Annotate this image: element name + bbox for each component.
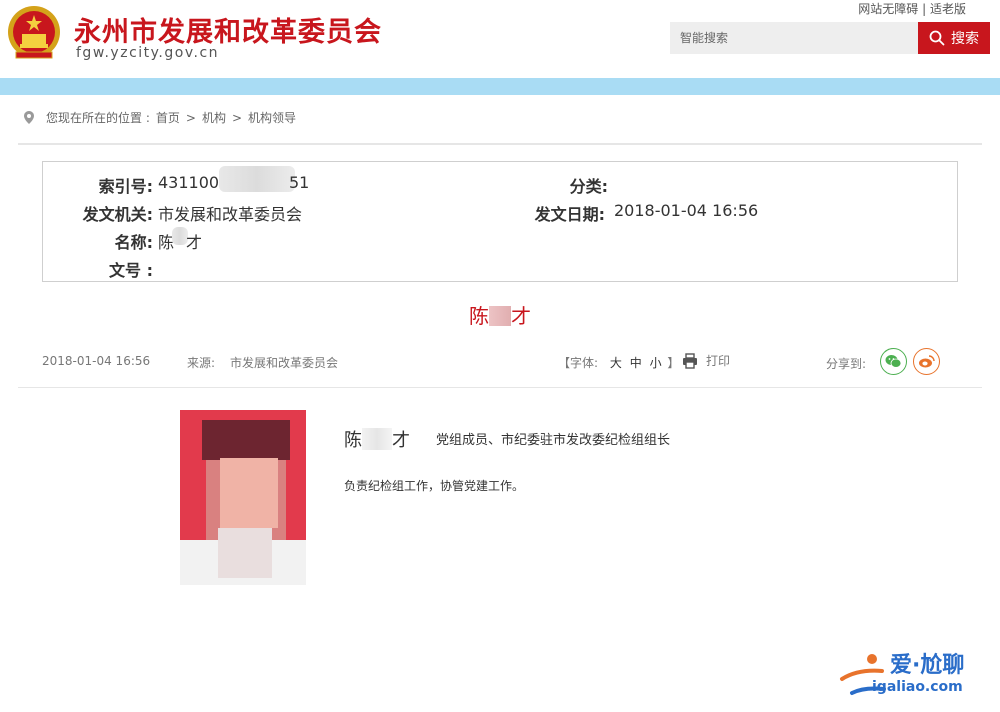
name-value-end: 才 (186, 233, 203, 252)
divider (18, 143, 982, 145)
font-size-large[interactable]: 大 (610, 356, 622, 370)
font-size-medium[interactable]: 中 (630, 356, 642, 370)
article-title-start: 陈 (469, 304, 489, 328)
article-date: 2018-01-04 16:56 (42, 354, 151, 368)
weibo-icon (919, 355, 935, 368)
location-pin-icon (24, 111, 34, 124)
national-emblem-icon[interactable] (6, 4, 62, 62)
document-info-box: 索引号: 43110000 51 分类: 发文机关: 市发展和改革委员会 发文日… (42, 161, 958, 282)
issuer-value: 市发展和改革委员会 (158, 205, 303, 224)
date-value: 2018-01-04 16:56 (614, 201, 759, 220)
share-label: 分享到: (826, 357, 867, 371)
leader-duty: 负责纪检组工作，协管党建工作。 (344, 479, 525, 493)
leader-name-start: 陈 (344, 430, 362, 451)
watermark: 爱·尬聊 igaliao.com (838, 645, 998, 707)
leader-photo (180, 410, 306, 585)
wechat-share-button[interactable] (880, 348, 907, 375)
breadcrumb-separator: > (231, 110, 243, 125)
date-label: 发文日期: (534, 205, 605, 224)
font-size-small[interactable]: 小 (650, 356, 662, 370)
weibo-share-button[interactable] (913, 348, 940, 375)
article-title: 陈才 (0, 300, 1000, 329)
wechat-icon (885, 355, 902, 368)
top-links-separator: | (922, 2, 927, 16)
font-size-control: 【字体: 大 中 小 】 (558, 354, 679, 371)
top-links: 网站无障碍 | 适老版 (858, 0, 966, 17)
banner-bar (0, 78, 1000, 95)
search-input[interactable]: 智能搜索 (670, 22, 918, 54)
print-button[interactable]: 打印 (682, 352, 730, 369)
breadcrumb-home[interactable]: 首页 (156, 109, 180, 126)
leader-role: 党组成员、市纪委驻市发改委纪检组组长 (436, 433, 671, 448)
search-icon (929, 30, 945, 46)
docno-label: 文号 : (109, 261, 153, 280)
article-title-end: 才 (511, 304, 531, 328)
category-label: 分类: (569, 177, 608, 196)
name-label: 名称: (114, 233, 153, 252)
index-value-end: 51 (289, 173, 310, 192)
search-button[interactable]: 搜索 (918, 22, 990, 54)
breadcrumb-leaders[interactable]: 机构领导 (248, 109, 296, 126)
index-label: 索引号: (98, 177, 153, 196)
accessibility-link[interactable]: 网站无障碍 (858, 2, 918, 16)
elderly-mode-link[interactable]: 适老版 (930, 2, 966, 16)
printer-icon (683, 352, 697, 369)
search-button-label: 搜索 (951, 31, 979, 47)
breadcrumb: 您现在所在的位置 : 首页 > 机构 > 机构领导 (24, 109, 296, 126)
redaction-blur (489, 306, 511, 326)
font-size-label: 【字体: (558, 356, 599, 370)
redaction-blur (362, 428, 392, 450)
site-domain: fgw.yzcity.gov.cn (76, 45, 220, 61)
source-label: 来源: (187, 356, 216, 370)
divider (18, 387, 982, 388)
watermark-text: 爱·尬聊 (890, 653, 965, 678)
issuer-label: 发文机关: (82, 205, 153, 224)
leader-name: 陈才 (344, 426, 410, 452)
site-title[interactable]: 永州市发展和改革委员会 (74, 10, 382, 49)
site-header: 永州市发展和改革委员会 fgw.yzcity.gov.cn 网站无障碍 | 适老… (0, 0, 1000, 78)
redaction-blur (219, 166, 295, 192)
font-size-close: 】 (667, 356, 680, 370)
watermark-url: igaliao.com (872, 679, 963, 695)
print-label: 打印 (706, 354, 731, 368)
leader-name-end: 才 (392, 430, 410, 451)
breadcrumb-separator: > (185, 110, 196, 125)
breadcrumb-institution[interactable]: 机构 (202, 109, 226, 126)
breadcrumb-prefix: 您现在所在的位置 : (46, 111, 150, 125)
source-value: 市发展和改革委员会 (230, 356, 339, 370)
